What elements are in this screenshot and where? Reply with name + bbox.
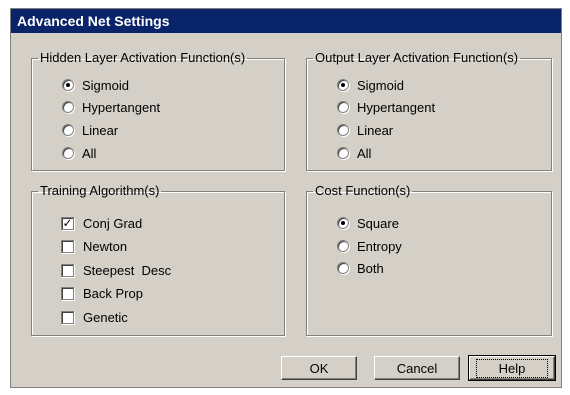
radio-icon [337, 101, 349, 113]
radio-icon [62, 147, 74, 159]
square-radio[interactable]: Square [337, 214, 399, 232]
radio-icon [337, 217, 349, 229]
checkbox-icon [61, 239, 74, 253]
hidden-hypertangent-radio[interactable]: Hypertangent [62, 98, 160, 116]
radio-label: Square [357, 215, 399, 231]
checkbox-icon [61, 286, 74, 300]
radio-label: Sigmoid [357, 77, 404, 93]
cancel-button[interactable]: Cancel [374, 356, 460, 380]
radio-icon [62, 79, 74, 91]
radio-icon [337, 240, 349, 252]
radio-label: Entropy [357, 238, 402, 254]
entropy-radio[interactable]: Entropy [337, 237, 402, 255]
radio-label: Linear [357, 122, 394, 138]
conj-grad-checkbox[interactable]: ✓ Conj Grad [61, 214, 142, 232]
cost-function-group: Cost Function(s) Square Entropy Both [306, 184, 552, 336]
checkbox-icon [61, 310, 74, 324]
radio-label: Linear [82, 122, 119, 138]
checkbox-label: Back Prop [83, 285, 143, 301]
checkbox-label: Newton [83, 238, 128, 254]
ok-button-label: OK [309, 360, 329, 376]
back-prop-checkbox[interactable]: Back Prop [61, 284, 143, 302]
output-all-radio[interactable]: All [337, 144, 371, 162]
hidden-all-radio[interactable]: All [62, 144, 96, 162]
cancel-button-label: Cancel [396, 360, 438, 376]
steepest-desc-checkbox[interactable]: Steepest Desc [61, 261, 171, 279]
radio-selected-dot-icon [66, 83, 70, 87]
newton-checkbox[interactable]: Newton [61, 237, 127, 255]
output-hypertangent-radio[interactable]: Hypertangent [337, 98, 435, 116]
genetic-checkbox[interactable]: Genetic [61, 308, 128, 326]
cost-function-legend: Cost Function(s) [315, 183, 411, 198]
radio-icon [62, 101, 74, 113]
help-button-label: Help [475, 358, 549, 378]
radio-label: Sigmoid [82, 77, 129, 93]
dialog-title: Advanced Net Settings [11, 9, 561, 33]
radio-icon [337, 147, 349, 159]
output-linear-radio[interactable]: Linear [337, 121, 393, 139]
hidden-layer-group: Hidden Layer Activation Function(s) Sigm… [31, 51, 285, 171]
training-algorithm-legend: Training Algorithm(s) [40, 183, 160, 198]
radio-label: Hypertangent [357, 99, 436, 115]
hidden-layer-legend: Hidden Layer Activation Function(s) [40, 50, 246, 65]
radio-label: All [82, 145, 97, 161]
checkbox-checked-icon: ✓ [61, 216, 74, 230]
hidden-sigmoid-radio[interactable]: Sigmoid [62, 76, 129, 94]
training-algorithm-group: Training Algorithm(s) ✓ Conj Grad Newton… [31, 184, 285, 336]
checkbox-icon [61, 263, 74, 277]
radio-label: Hypertangent [82, 99, 161, 115]
both-radio[interactable]: Both [337, 259, 384, 277]
radio-icon [337, 262, 349, 274]
output-sigmoid-radio[interactable]: Sigmoid [337, 76, 404, 94]
help-button[interactable]: Help [468, 355, 556, 381]
radio-selected-dot-icon [341, 83, 345, 87]
radio-icon [337, 79, 349, 91]
radio-icon [337, 124, 349, 136]
radio-selected-dot-icon [341, 221, 345, 225]
advanced-net-settings-dialog: Advanced Net Settings Hidden Layer Activ… [10, 8, 562, 388]
checkbox-label: Conj Grad [83, 215, 143, 231]
checkbox-label: Genetic [83, 309, 128, 325]
ok-button[interactable]: OK [281, 356, 357, 380]
output-layer-legend: Output Layer Activation Function(s) [315, 50, 519, 65]
radio-icon [62, 124, 74, 136]
output-layer-group: Output Layer Activation Function(s) Sigm… [306, 51, 552, 171]
hidden-linear-radio[interactable]: Linear [62, 121, 118, 139]
checkbox-label: Steepest Desc [83, 262, 172, 278]
radio-label: All [357, 145, 372, 161]
radio-label: Both [357, 260, 384, 276]
